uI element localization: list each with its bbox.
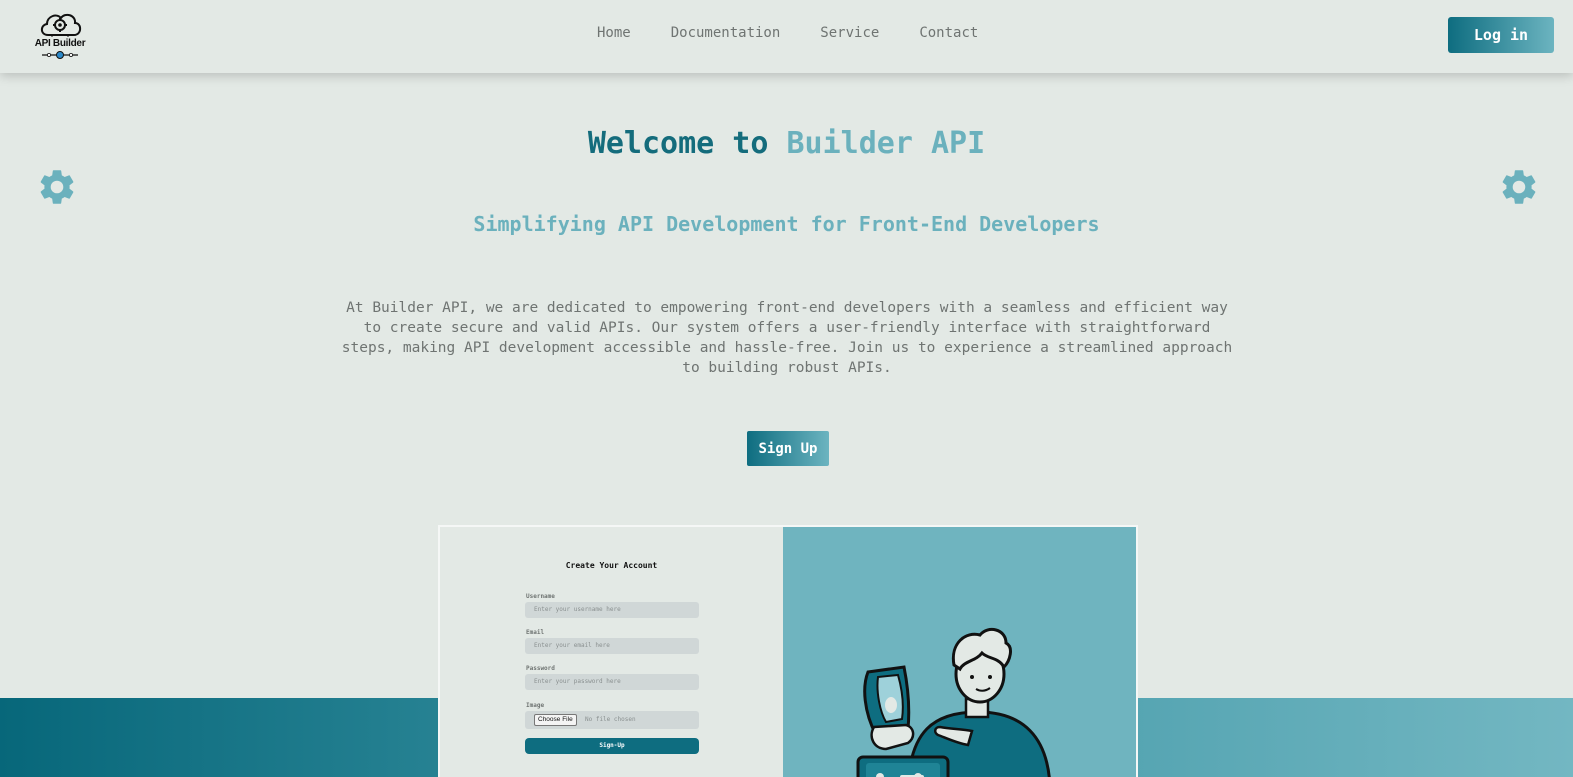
logo-text: API Builder bbox=[34, 38, 86, 49]
preview-illustration-panel bbox=[783, 527, 1136, 777]
hero-title: Welcome to Builder API bbox=[0, 126, 1573, 161]
logo[interactable]: API Builder bbox=[30, 7, 90, 63]
nav-link-contact[interactable]: Contact bbox=[919, 25, 978, 41]
preview-image-label: Image bbox=[526, 702, 545, 709]
developer-illustration-icon bbox=[856, 627, 1051, 777]
signup-preview-image: Create Your Account Username Enter your … bbox=[438, 525, 1138, 777]
nav-link-service[interactable]: Service bbox=[820, 25, 879, 41]
hero-title-part1: Welcome to bbox=[587, 126, 787, 161]
preview-form-panel: Create Your Account Username Enter your … bbox=[440, 527, 783, 777]
navbar: API Builder Home Documentation Service C… bbox=[0, 0, 1573, 73]
hero-description: At Builder API, we are dedicated to empo… bbox=[341, 300, 1233, 376]
preview-email-label: Email bbox=[526, 629, 545, 636]
preview-password-label: Password bbox=[526, 665, 555, 672]
signup-button[interactable]: Sign Up bbox=[747, 431, 829, 466]
preview-username-label: Username bbox=[526, 593, 555, 600]
hero-title-accent: Builder API bbox=[786, 126, 986, 161]
preview-username-input: Enter your username here bbox=[525, 602, 699, 618]
login-button[interactable]: Log in bbox=[1448, 17, 1554, 53]
gear-icon bbox=[40, 170, 74, 204]
preview-form-title: Create Your Account bbox=[565, 561, 658, 570]
nav-link-documentation[interactable]: Documentation bbox=[671, 25, 781, 41]
gear-icon bbox=[1502, 170, 1536, 204]
nav-links: Home Documentation Service Contact bbox=[597, 25, 1018, 41]
preview-no-file-text: No file chosen bbox=[585, 716, 636, 723]
preview-email-input: Enter your email here bbox=[525, 638, 699, 654]
hero-subtitle: Simplifying API Development for Front-En… bbox=[473, 212, 1100, 236]
preview-file-input: Choose File No file chosen bbox=[525, 711, 699, 729]
preview-password-input: Enter your password here bbox=[525, 674, 699, 690]
preview-submit-button: Sign-Up bbox=[525, 738, 699, 754]
preview-choose-file-button: Choose File bbox=[534, 714, 577, 726]
nav-link-home[interactable]: Home bbox=[597, 25, 631, 41]
cloud-gear-logo-icon bbox=[40, 13, 82, 59]
